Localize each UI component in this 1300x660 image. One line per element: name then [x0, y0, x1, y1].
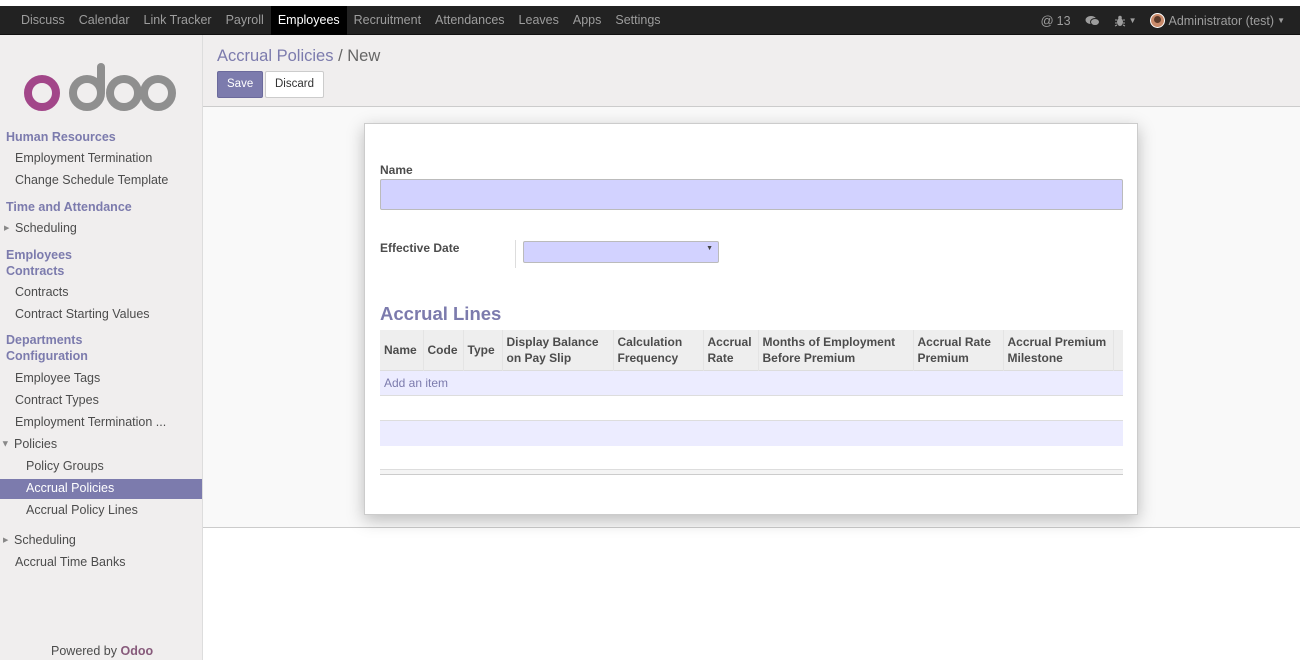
sidebar-item-contract-starting-values[interactable]: Contract Starting Values: [15, 307, 150, 321]
accrual-lines-title: Accrual Lines: [380, 303, 502, 324]
name-field[interactable]: [380, 179, 1123, 210]
breadcrumb-parent[interactable]: Accrual Policies: [217, 47, 333, 65]
column-header-months-before-premium[interactable]: Months of Employment Before Premium: [758, 330, 914, 371]
chevron-down-icon: ▼: [1277, 16, 1285, 25]
sidebar-item-accrual-policies[interactable]: Accrual Policies: [26, 481, 114, 495]
avatar: [1150, 13, 1166, 28]
column-header-code[interactable]: Code: [423, 330, 464, 371]
mentions-count: 13: [1056, 13, 1071, 28]
nav-settings[interactable]: Settings: [608, 6, 667, 35]
section-human-resources[interactable]: Human Resources: [6, 130, 116, 144]
sidebar-item-scheduling-2[interactable]: ▶ Scheduling: [3, 533, 76, 547]
column-header-type[interactable]: Type: [463, 330, 503, 371]
breadcrumb-current: New: [347, 47, 381, 65]
section-configuration[interactable]: Configuration: [6, 349, 88, 363]
table-row: [380, 395, 1123, 421]
column-header-name[interactable]: Name: [380, 330, 424, 371]
discard-button[interactable]: Discard: [265, 71, 324, 98]
sidebar-item-contract-types[interactable]: Contract Types: [15, 393, 99, 407]
effective-date-label: Effective Date: [380, 241, 460, 255]
nav-attendances[interactable]: Attendances: [428, 6, 512, 35]
section-employees[interactable]: Employees: [6, 248, 72, 262]
caret-right-icon: ▶: [4, 225, 10, 232]
column-header-calculation-frequency[interactable]: Calculation Frequency: [613, 330, 704, 371]
at-icon: @: [1040, 13, 1054, 28]
control-panel: Accrual Policies / New Save Discard: [203, 35, 1300, 107]
name-label: Name: [380, 163, 413, 177]
sidebar-item-contracts[interactable]: Contracts: [15, 285, 69, 299]
nav-calendar[interactable]: Calendar: [72, 6, 137, 35]
sidebar-item-accrual-time-banks[interactable]: Accrual Time Banks: [15, 555, 125, 569]
mentions-button[interactable]: @ 13: [1033, 13, 1077, 28]
top-navbar: Discuss Calendar Link Tracker Payroll Em…: [0, 6, 1300, 35]
debug-menu-button[interactable]: ▼: [1107, 15, 1144, 27]
nav-payroll[interactable]: Payroll: [219, 6, 271, 35]
sidebar-item-policy-groups[interactable]: Policy Groups: [26, 459, 104, 473]
nav-employees[interactable]: Employees: [270, 6, 347, 35]
powered-by-brand[interactable]: Odoo: [121, 644, 154, 658]
sidebar: Human Resources Employment Termination C…: [0, 35, 203, 660]
section-time-and-attendance[interactable]: Time and Attendance: [6, 200, 132, 214]
save-button[interactable]: Save: [217, 71, 264, 98]
column-header-accrual-premium-milestone[interactable]: Accrual Premium Milestone: [1003, 330, 1114, 371]
powered-by: Powered by Odoo: [51, 644, 153, 658]
sidebar-item-scheduling[interactable]: ▶ Scheduling: [4, 221, 77, 235]
systray: @ 13 ▼ Administrator (test) ▼: [1033, 6, 1292, 35]
breadcrumb-separator: /: [338, 47, 343, 65]
sidebar-item-change-schedule-template[interactable]: Change Schedule Template: [15, 173, 168, 187]
nav-link-tracker[interactable]: Link Tracker: [137, 6, 219, 35]
chat-button[interactable]: [1078, 15, 1107, 27]
sidebar-item-label: Policies: [14, 437, 58, 451]
sidebar-item-employment-termination[interactable]: Employment Termination: [15, 151, 152, 165]
column-header-display-balance[interactable]: Display Balance on Pay Slip: [502, 330, 614, 371]
user-menu-button[interactable]: Administrator (test) ▼: [1143, 13, 1292, 28]
sidebar-item-label: Scheduling: [14, 533, 76, 547]
column-header-accrual-rate-premium[interactable]: Accrual Rate Premium: [913, 330, 1004, 371]
nav-recruitment[interactable]: Recruitment: [347, 6, 428, 35]
sidebar-item-employee-tags[interactable]: Employee Tags: [15, 371, 100, 385]
nav-discuss[interactable]: Discuss: [14, 6, 72, 35]
breadcrumb: Accrual Policies / New: [217, 47, 380, 66]
table-footer: [380, 469, 1123, 475]
form-view: Name Effective Date ▼ Accrual Lines Name…: [203, 107, 1300, 528]
odoo-logo: [24, 63, 176, 111]
chevron-down-icon: ▼: [706, 245, 713, 252]
app-menu: Discuss Calendar Link Tracker Payroll Em…: [14, 6, 668, 35]
form-sheet: Name Effective Date ▼ Accrual Lines Name…: [364, 123, 1138, 515]
table-row: [380, 420, 1123, 446]
sidebar-item-policies[interactable]: ▶ Policies: [2, 437, 58, 451]
add-item-link[interactable]: Add an item: [380, 376, 448, 390]
nav-leaves[interactable]: Leaves: [512, 6, 566, 35]
powered-by-text: Powered by: [51, 644, 118, 658]
nav-apps[interactable]: Apps: [566, 6, 609, 35]
sidebar-item-accrual-policy-lines[interactable]: Accrual Policy Lines: [26, 503, 138, 517]
field-divider: [515, 240, 516, 268]
caret-right-icon: ▶: [3, 537, 9, 544]
sidebar-item-employment-termination-config[interactable]: Employment Termination ...: [15, 415, 166, 429]
column-header-accrual-rate[interactable]: Accrual Rate: [703, 330, 759, 371]
chat-bubbles-icon: [1085, 15, 1100, 26]
section-contracts[interactable]: Contracts: [6, 264, 64, 278]
table-header-row: Name Code Type Display Balance on Pay Sl…: [380, 330, 1123, 371]
caret-down-icon: ▶: [1, 441, 9, 447]
section-departments[interactable]: Departments: [6, 333, 82, 347]
add-item-row: Add an item: [380, 370, 1123, 396]
accrual-lines-table: Name Code Type Display Balance on Pay Sl…: [380, 330, 1123, 446]
sidebar-item-label: Scheduling: [15, 221, 77, 235]
effective-date-select[interactable]: ▼: [523, 241, 719, 263]
chevron-down-icon: ▼: [1128, 16, 1137, 25]
column-header-actions: [1113, 330, 1123, 371]
bug-icon: [1114, 15, 1125, 26]
user-name: Administrator (test): [1168, 13, 1275, 28]
